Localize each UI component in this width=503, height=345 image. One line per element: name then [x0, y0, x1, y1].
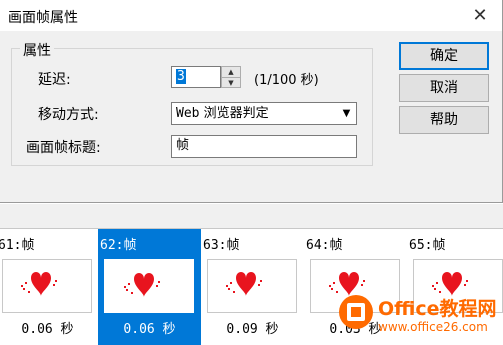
frame-item[interactable]: 63:帧 0.09 秒: [201, 229, 304, 345]
strip-toolbar-area: [0, 204, 503, 229]
frame-name: 63:帧: [203, 238, 240, 253]
cancel-button[interactable]: 取消: [399, 74, 489, 102]
heart-icon: [124, 273, 160, 297]
frame-delay: 0.09 秒: [226, 322, 279, 337]
close-icon[interactable]: ✕: [470, 6, 490, 26]
delay-unit: (1/100 秒): [254, 73, 319, 88]
movement-value-rest: 浏览器判定: [199, 106, 269, 121]
help-button[interactable]: 帮助: [399, 106, 489, 134]
frame-delay: 0.06 秒: [21, 322, 74, 337]
dialog-title: 画面帧属性: [8, 10, 78, 26]
group-label: 属性: [20, 40, 54, 60]
delay-value: 3: [176, 69, 186, 84]
frame-title-label: 画面帧标题:: [26, 140, 101, 156]
chevron-down-icon[interactable]: ▼: [338, 104, 355, 123]
delay-spinner[interactable]: ▲ ▼: [221, 66, 241, 88]
frame-title-input[interactable]: 帧: [171, 135, 357, 158]
frame-item[interactable]: 61:帧 0.06 秒: [0, 229, 99, 345]
watermark-title: Office教程网: [378, 298, 497, 320]
title-bar[interactable]: 画面帧属性 ✕: [0, 0, 502, 31]
watermark: Office教程网 www.office26.com: [338, 290, 503, 342]
frame-name: 62:帧: [100, 238, 137, 253]
watermark-url: www.office26.com: [378, 320, 488, 334]
delay-label: 延迟:: [38, 72, 71, 88]
delay-input[interactable]: 3: [171, 66, 221, 88]
frame-thumbnail: [2, 259, 92, 313]
spin-down-icon[interactable]: ▼: [222, 77, 240, 87]
frame-item[interactable]: 62:帧 0.06 秒: [98, 229, 201, 345]
frame-thumbnail: [207, 259, 297, 313]
frame-name: 64:帧: [306, 238, 343, 253]
frame-thumbnail: [104, 259, 194, 313]
frame-name: 61:帧: [0, 238, 35, 253]
frame-name: 65:帧: [409, 238, 446, 253]
movement-label: 移动方式:: [38, 107, 99, 123]
frame-delay: 0.06 秒: [123, 322, 176, 337]
office-logo-icon: [339, 295, 373, 329]
heart-icon: [226, 272, 262, 296]
spin-up-icon[interactable]: ▲: [222, 67, 240, 77]
frame-properties-dialog: 画面帧属性 ✕ 属性 延迟: 3 ▲ ▼ (1/100 秒) 移动方式: Web…: [0, 0, 503, 203]
heart-icon: [21, 272, 57, 296]
ok-button[interactable]: 确定: [399, 42, 489, 70]
movement-value-prefix: Web: [176, 106, 200, 121]
movement-select[interactable]: Web 浏览器判定 ▼: [171, 102, 357, 125]
